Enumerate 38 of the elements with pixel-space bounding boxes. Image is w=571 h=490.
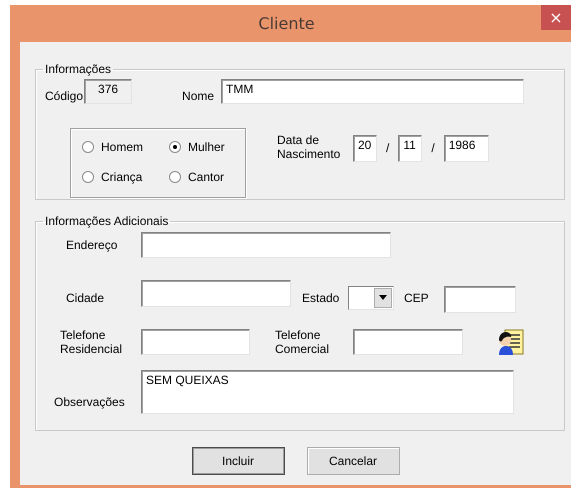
address-label: Endereço bbox=[66, 238, 118, 252]
city-label: Cidade bbox=[66, 290, 104, 304]
close-button[interactable]: × bbox=[541, 5, 571, 30]
radio-indicator[interactable] bbox=[169, 141, 181, 153]
city-field[interactable] bbox=[141, 280, 291, 307]
date-separator: / bbox=[431, 141, 435, 155]
code-label: Código bbox=[45, 89, 84, 103]
cancel-button[interactable]: Cancelar bbox=[306, 447, 400, 475]
notes-field[interactable]: SEM QUEIXAS bbox=[141, 370, 514, 414]
month-field[interactable]: 11 bbox=[398, 134, 422, 162]
radio-button[interactable]: Cantor bbox=[169, 168, 249, 186]
group-legend: Informações bbox=[43, 62, 114, 76]
window-title: Cliente bbox=[257, 14, 316, 33]
name-label: Nome bbox=[182, 89, 214, 103]
birth-date-label: Data de Nascimento bbox=[277, 133, 342, 161]
radio-indicator[interactable] bbox=[82, 141, 94, 153]
state-dropdown[interactable] bbox=[348, 286, 394, 310]
home-phone-field[interactable] bbox=[141, 329, 250, 355]
radio-button[interactable]: Mulher bbox=[169, 138, 249, 156]
radio-indicator[interactable] bbox=[169, 171, 181, 183]
year-field[interactable]: 1986 bbox=[444, 134, 489, 162]
state-label: Estado bbox=[302, 290, 340, 304]
name-field[interactable]: TMM bbox=[221, 79, 524, 104]
zip-label: CEP bbox=[404, 290, 429, 304]
work-phone-field[interactable] bbox=[353, 329, 463, 355]
zip-field[interactable] bbox=[444, 286, 516, 313]
home-phone-label: Telefone Residencial bbox=[60, 328, 124, 356]
day-field[interactable]: 20 bbox=[353, 134, 377, 162]
caret-icon bbox=[379, 295, 387, 300]
notes-label: Observações bbox=[54, 395, 125, 409]
work-phone-label: Telefone Comercial bbox=[275, 328, 330, 356]
group-legend: Informações Adicionais bbox=[43, 214, 170, 228]
radio-indicator[interactable] bbox=[82, 171, 94, 183]
address-field[interactable] bbox=[141, 232, 391, 258]
radio-button[interactable]: Criança bbox=[82, 168, 169, 186]
date-separator: / bbox=[386, 141, 390, 155]
radio-button[interactable]: Homem bbox=[82, 138, 169, 156]
include-button[interactable]: Incluir bbox=[192, 447, 284, 475]
